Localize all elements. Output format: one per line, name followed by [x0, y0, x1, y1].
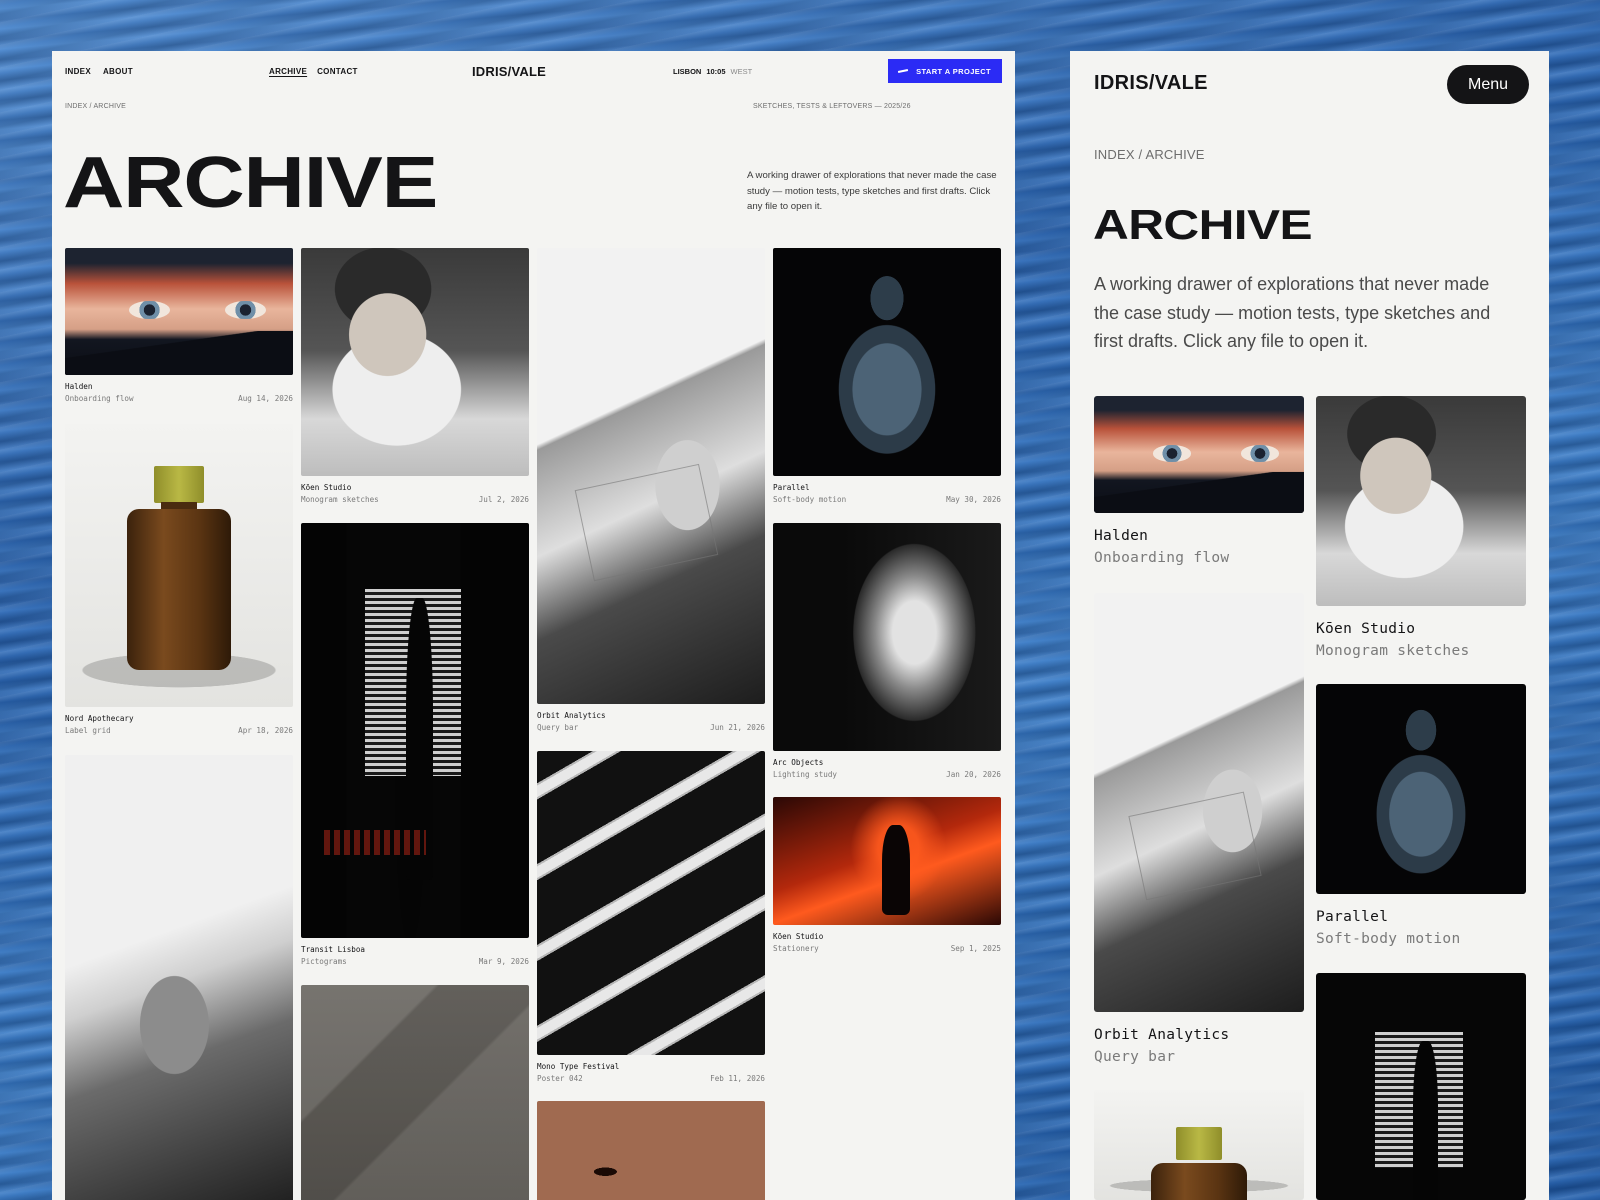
location-zone: WEST — [730, 66, 753, 76]
breadcrumb: INDEX / ARCHIVE — [65, 103, 126, 110]
arrow-icon — [897, 68, 909, 74]
card-image — [773, 797, 1001, 925]
location-clock: LISBON 10:05 WEST — [673, 59, 752, 83]
nav-middle: ARCHIVE CONTACT — [269, 59, 358, 83]
card-image — [1094, 1090, 1304, 1200]
card-date: May 30, 2026 — [946, 495, 1001, 504]
nav-about[interactable]: ABOUT — [103, 67, 133, 76]
card-image — [65, 755, 293, 1200]
card-desc: Monogram sketches — [301, 495, 379, 504]
card-image — [1316, 396, 1526, 606]
card-desc: Query bar — [1094, 1049, 1176, 1065]
card-date: Apr 18, 2026 — [238, 726, 293, 735]
archive-subtitle: SKETCHES, TESTS & LEFTOVERS — 2025/26 — [753, 103, 911, 110]
card-name: Kōen Studio — [773, 932, 824, 941]
card-desc: Lighting study — [773, 770, 838, 779]
page-title: ARCHIVE — [63, 143, 438, 223]
card-image — [1094, 593, 1304, 1012]
card-image — [537, 248, 765, 704]
start-project-button[interactable]: START A PROJECT — [888, 59, 1002, 83]
archive-card[interactable]: Halden Onboarding flow Aug 14, 2026 — [65, 248, 293, 405]
card-name: Parallel — [1316, 909, 1389, 925]
card-name: Orbit Analytics — [1094, 1027, 1230, 1043]
card-image — [301, 985, 529, 1200]
site-logo[interactable]: IDRIS/VALE — [472, 59, 546, 83]
page-title: ARCHIVE — [1093, 201, 1313, 248]
card-date: Aug 14, 2026 — [238, 394, 293, 403]
card-name: Kōen Studio — [1316, 621, 1416, 637]
card-image — [1316, 973, 1526, 1200]
menu-button[interactable]: Menu — [1447, 65, 1529, 104]
archive-card[interactable]: Halden Onboarding flow — [1094, 396, 1304, 569]
card-image — [65, 424, 293, 707]
archive-card[interactable]: Kōen Studio Stationery Sep 1, 2025 — [773, 797, 1001, 955]
archive-card[interactable]: Nord Apothecary Label grid Apr 18, 2026 — [65, 424, 293, 737]
card-name: Parallel — [773, 483, 810, 492]
intro-text: A working drawer of explorations that ne… — [1094, 274, 1491, 351]
card-desc: Query bar — [537, 723, 579, 732]
card-desc: Poster 042 — [537, 1074, 583, 1083]
archive-card[interactable]: Orbit Analytics Query bar Jun 21, 2026 — [537, 248, 765, 734]
archive-card[interactable]: Transit Lisboa Pictograms Mar 9, 2026 — [301, 523, 529, 968]
site-logo[interactable]: IDRIS/VALE — [1094, 72, 1208, 95]
nav-archive[interactable]: ARCHIVE — [269, 67, 307, 76]
card-desc: Monogram sketches — [1316, 643, 1470, 659]
card-image — [537, 1101, 765, 1200]
intro-text: A working drawer of explorations that ne… — [747, 170, 997, 212]
card-date: Jan 20, 2026 — [946, 770, 1001, 779]
nav-left: INDEX ABOUT — [65, 59, 133, 83]
archive-card[interactable]: Arc Objects Lighting study Jan 20, 2026 — [773, 523, 1001, 781]
archive-card[interactable] — [537, 1101, 765, 1200]
card-image — [65, 248, 293, 375]
archive-card[interactable] — [65, 755, 293, 1200]
archive-card[interactable] — [1094, 1090, 1304, 1200]
card-date: Mar 9, 2026 — [478, 957, 529, 966]
card-desc: Soft-body motion — [1316, 931, 1461, 947]
nav-contact[interactable]: CONTACT — [317, 67, 358, 76]
start-project-label: START A PROJECT — [916, 66, 991, 76]
card-desc: Onboarding flow — [65, 394, 134, 403]
card-desc: Onboarding flow — [1094, 550, 1230, 566]
archive-card[interactable]: Mono Type Festival Poster 042 Feb 11, 202… — [537, 751, 765, 1085]
location-city: LISBON — [673, 66, 702, 76]
card-date: Jul 2, 2026 — [478, 495, 529, 504]
archive-card[interactable]: Orbit Analytics Query bar — [1094, 593, 1304, 1068]
card-date: Feb 11, 2026 — [710, 1074, 765, 1083]
card-name: Halden — [65, 382, 93, 391]
card-name: Arc Objects — [773, 758, 824, 767]
card-name: Orbit Analytics — [537, 711, 606, 720]
card-image — [1094, 396, 1304, 513]
card-desc: Label grid — [65, 726, 111, 735]
card-desc: Soft-body motion — [773, 495, 847, 504]
card-image — [537, 751, 765, 1055]
archive-card[interactable]: Parallel Soft-body motion May 30, 2026 — [773, 248, 1001, 506]
card-name: Kōen Studio — [301, 483, 352, 492]
card-name: Nord Apothecary — [65, 714, 134, 723]
archive-card[interactable]: Parallel Soft-body motion — [1316, 684, 1526, 950]
card-image — [301, 523, 529, 938]
location-time: 10:05 — [706, 66, 726, 76]
card-image — [773, 523, 1001, 751]
top-navigation: INDEX ABOUT ARCHIVE CONTACT IDRIS/VALE L… — [65, 59, 1002, 83]
card-date: Jun 21, 2026 — [710, 723, 765, 732]
breadcrumb: INDEX / ARCHIVE — [1094, 147, 1205, 162]
card-image — [301, 248, 529, 476]
card-desc: Stationery — [773, 944, 819, 953]
card-name: Transit Lisboa — [301, 945, 366, 954]
nav-index[interactable]: INDEX — [65, 67, 91, 76]
archive-card[interactable]: Kōen Studio Monogram sketches — [1316, 396, 1526, 662]
card-desc: Pictograms — [301, 957, 347, 966]
mobile-archive-page: IDRIS/VALE Menu INDEX / ARCHIVE ARCHIVE … — [1070, 51, 1549, 1200]
card-name: Halden — [1094, 528, 1149, 544]
card-image — [773, 248, 1001, 476]
desktop-archive-page: INDEX ABOUT ARCHIVE CONTACT IDRIS/VALE L… — [52, 51, 1015, 1200]
card-image — [1316, 684, 1526, 894]
archive-card[interactable] — [1316, 973, 1526, 1200]
archive-card[interactable] — [301, 985, 529, 1200]
card-name: Mono Type Festival — [537, 1062, 620, 1071]
card-date: Sep 1, 2025 — [950, 944, 1001, 953]
archive-card[interactable]: Kōen Studio Monogram sketches Jul 2, 2026 — [301, 248, 529, 506]
